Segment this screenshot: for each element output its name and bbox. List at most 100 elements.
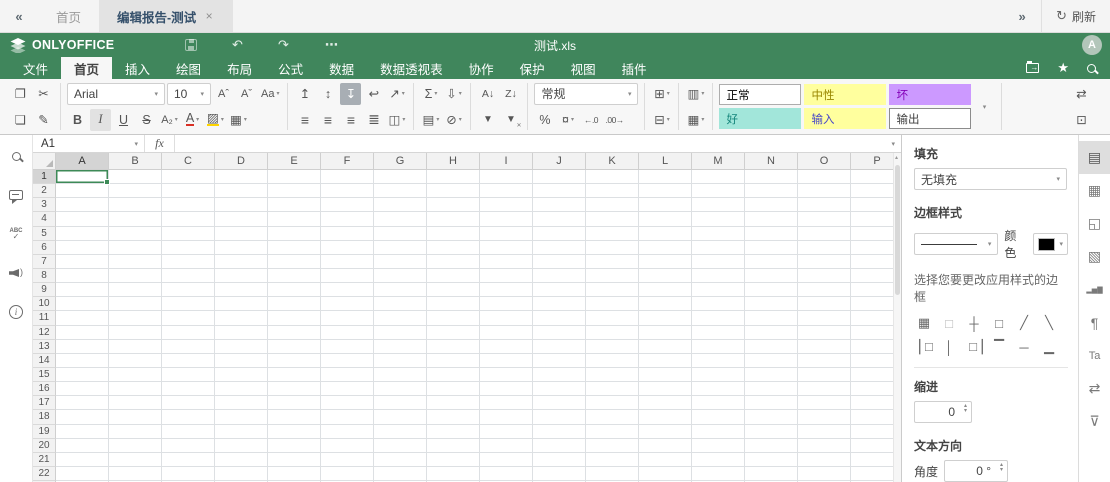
cell-H6[interactable] <box>427 241 480 255</box>
cell-G18[interactable] <box>374 410 427 424</box>
cell-I18[interactable] <box>480 410 533 424</box>
ribbon-tab[interactable]: 绘图 <box>163 57 214 79</box>
cell-M1[interactable] <box>692 170 745 184</box>
spinner-arrows-icon[interactable] <box>1000 463 1003 473</box>
cell-N20[interactable] <box>745 439 798 453</box>
delete-cells-button[interactable] <box>651 109 672 131</box>
cell-F19[interactable] <box>321 425 374 439</box>
cell-P11[interactable] <box>851 311 893 325</box>
cell-B19[interactable] <box>109 425 162 439</box>
cell-J15[interactable] <box>533 368 586 382</box>
ribbon-tab[interactable]: 协作 <box>456 57 507 79</box>
cell-J21[interactable] <box>533 453 586 467</box>
cell-K20[interactable] <box>586 439 639 453</box>
cell-E18[interactable] <box>268 410 321 424</box>
cell-C7[interactable] <box>162 255 215 269</box>
cell-M9[interactable] <box>692 283 745 297</box>
search-button[interactable] <box>6 147 26 165</box>
cell-B17[interactable] <box>109 396 162 410</box>
cell-B11[interactable] <box>109 311 162 325</box>
cell-G22[interactable] <box>374 467 427 481</box>
name-box-caret-icon[interactable] <box>134 140 138 148</box>
cell-H1[interactable] <box>427 170 480 184</box>
cell-A21[interactable] <box>56 453 109 467</box>
save-button[interactable] <box>180 36 202 54</box>
cell-B18[interactable] <box>109 410 162 424</box>
number-format-select[interactable]: 常规 <box>534 83 638 105</box>
cell-L15[interactable] <box>639 368 692 382</box>
decrease-font-button[interactable] <box>236 83 257 105</box>
cell-J11[interactable] <box>533 311 586 325</box>
cell-C11[interactable] <box>162 311 215 325</box>
cell-G5[interactable] <box>374 227 427 241</box>
cell-H20[interactable] <box>427 439 480 453</box>
cell-N2[interactable] <box>745 184 798 198</box>
align-bottom-button[interactable] <box>340 83 361 105</box>
cell-C5[interactable] <box>162 227 215 241</box>
cell-C10[interactable] <box>162 297 215 311</box>
cell-D15[interactable] <box>215 368 268 382</box>
cell-L4[interactable] <box>639 212 692 226</box>
cell-F2[interactable] <box>321 184 374 198</box>
cell-J13[interactable] <box>533 340 586 354</box>
merge-cells-button[interactable] <box>386 109 407 131</box>
outside-borders-button[interactable] <box>989 313 1009 333</box>
cell-O20[interactable] <box>798 439 851 453</box>
cell-P13[interactable] <box>851 340 893 354</box>
cell-B5[interactable] <box>109 227 162 241</box>
cell-G1[interactable] <box>374 170 427 184</box>
all-borders-button[interactable] <box>914 313 934 333</box>
cell-F3[interactable] <box>321 198 374 212</box>
accounting-style-button[interactable] <box>557 109 578 131</box>
cell-H22[interactable] <box>427 467 480 481</box>
cell-G17[interactable] <box>374 396 427 410</box>
cell-E17[interactable] <box>268 396 321 410</box>
cell-L10[interactable] <box>639 297 692 311</box>
cell-I17[interactable] <box>480 396 533 410</box>
cell-L6[interactable] <box>639 241 692 255</box>
user-avatar[interactable]: A <box>1082 35 1102 55</box>
cell-K4[interactable] <box>586 212 639 226</box>
cell-J5[interactable] <box>533 227 586 241</box>
right-border-button[interactable] <box>964 337 984 357</box>
cell-I22[interactable] <box>480 467 533 481</box>
cell-J4[interactable] <box>533 212 586 226</box>
cell-C6[interactable] <box>162 241 215 255</box>
cell-A18[interactable] <box>56 410 109 424</box>
cell-N21[interactable] <box>745 453 798 467</box>
comments-button[interactable] <box>6 186 26 204</box>
cell-A10[interactable] <box>56 297 109 311</box>
row-header-20[interactable]: 20 <box>33 439 56 453</box>
cell-E15[interactable] <box>268 368 321 382</box>
cell-E6[interactable] <box>268 241 321 255</box>
cell-L9[interactable] <box>639 283 692 297</box>
cell-J12[interactable] <box>533 326 586 340</box>
cell-C2[interactable] <box>162 184 215 198</box>
row-header-13[interactable]: 13 <box>33 340 56 354</box>
cell-B10[interactable] <box>109 297 162 311</box>
cell-P14[interactable] <box>851 354 893 368</box>
cell-J3[interactable] <box>533 198 586 212</box>
cell-O5[interactable] <box>798 227 851 241</box>
cell-L19[interactable] <box>639 425 692 439</box>
cell-O11[interactable] <box>798 311 851 325</box>
cell-L21[interactable] <box>639 453 692 467</box>
ribbon-tab[interactable]: 插件 <box>609 57 660 79</box>
cell-P12[interactable] <box>851 326 893 340</box>
cell-K9[interactable] <box>586 283 639 297</box>
border-color-select[interactable] <box>1033 233 1068 255</box>
cell-O12[interactable] <box>798 326 851 340</box>
cell-N6[interactable] <box>745 241 798 255</box>
cell-K12[interactable] <box>586 326 639 340</box>
cell-P8[interactable] <box>851 269 893 283</box>
row-header-7[interactable]: 7 <box>33 255 56 269</box>
cell-K11[interactable] <box>586 311 639 325</box>
cell-A22[interactable] <box>56 467 109 481</box>
wrap-text-button[interactable] <box>363 83 384 105</box>
cell-I6[interactable] <box>480 241 533 255</box>
cell-O15[interactable] <box>798 368 851 382</box>
cell-D5[interactable] <box>215 227 268 241</box>
cell-K14[interactable] <box>586 354 639 368</box>
cell-B8[interactable] <box>109 269 162 283</box>
cell-N7[interactable] <box>745 255 798 269</box>
